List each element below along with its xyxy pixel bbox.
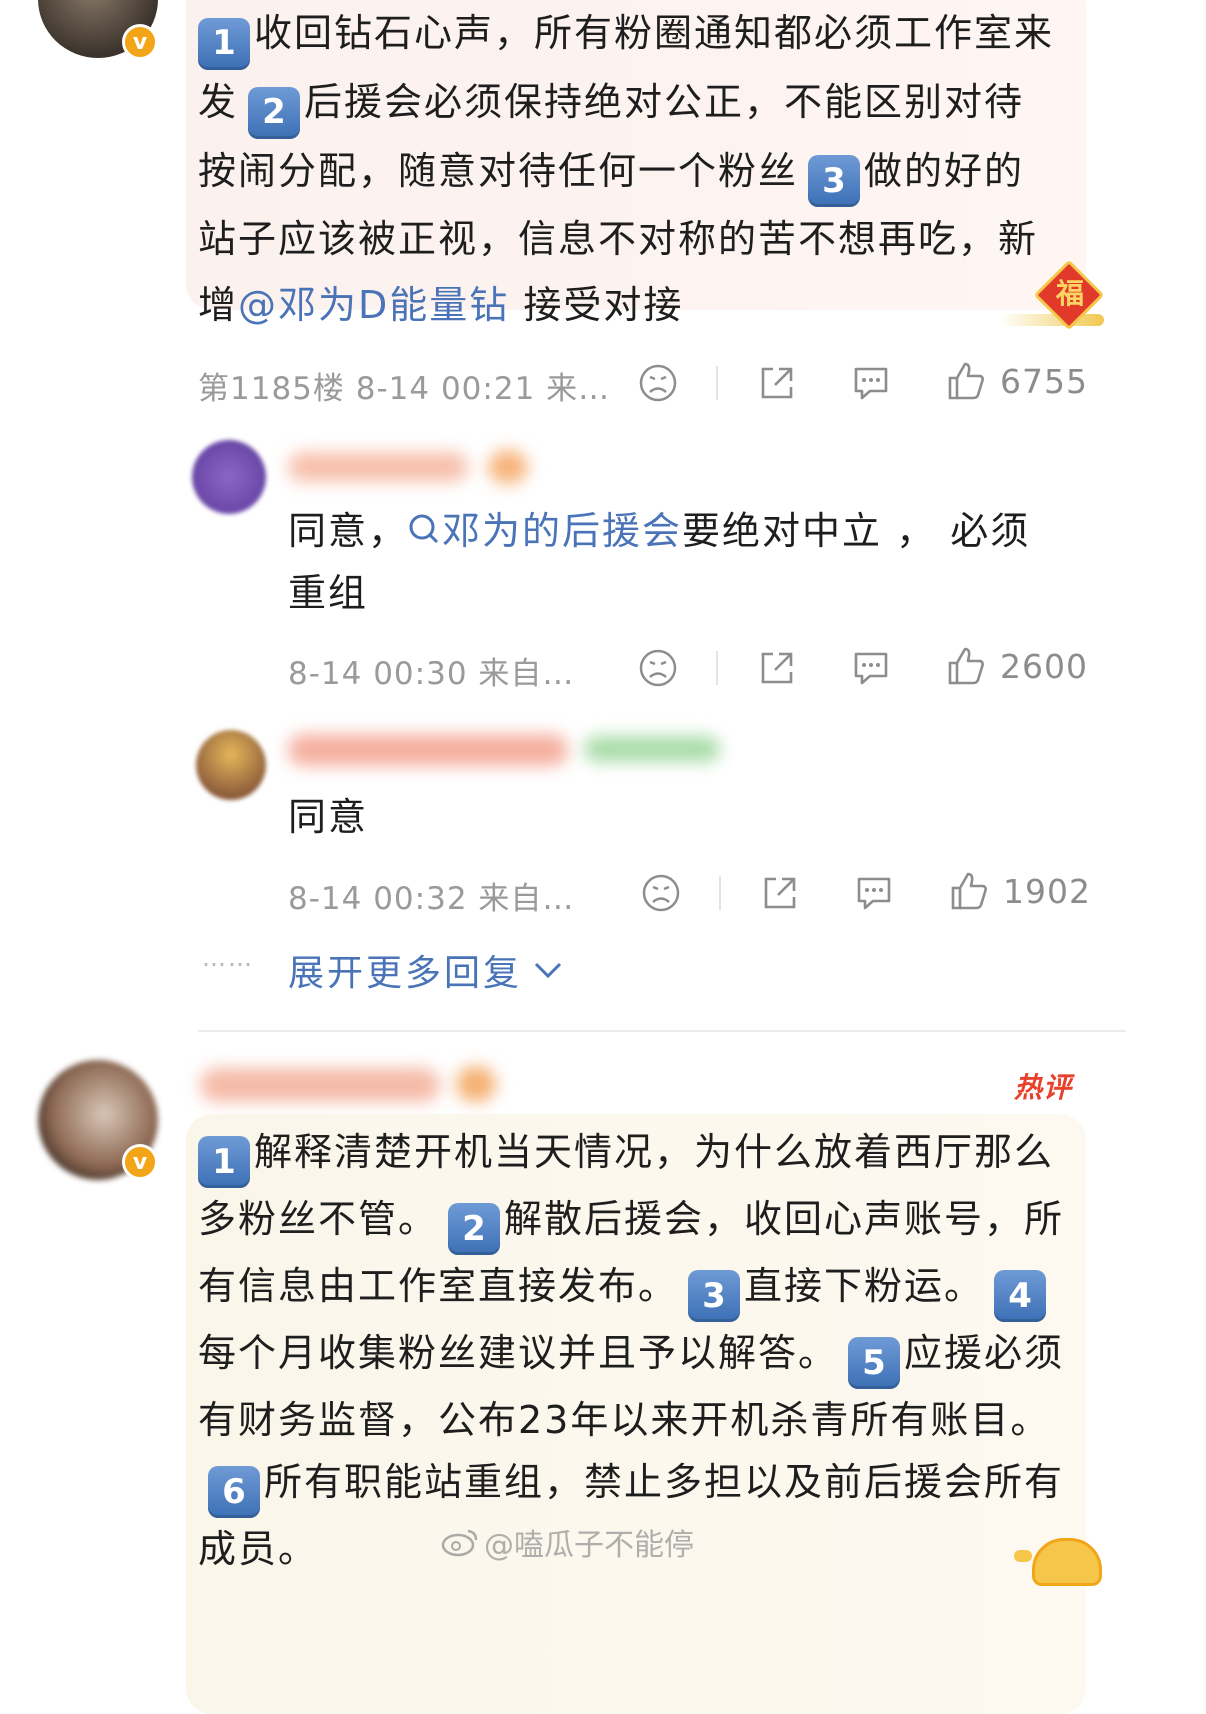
reply-username-blurred[interactable]	[288, 452, 468, 482]
like-button[interactable]: 1902	[949, 870, 1091, 912]
share-button[interactable]	[757, 648, 797, 688]
share-button[interactable]	[760, 873, 800, 913]
comment-1-meta: 第1185楼 8-14 00:21 来…	[198, 371, 611, 407]
like-button[interactable]: 2600	[946, 645, 1088, 687]
fu-sticker-icon: 福	[1000, 259, 1106, 334]
like-count: 6755	[1000, 361, 1088, 401]
reply-username-blurred[interactable]	[288, 734, 568, 766]
number-badge-1: 1	[198, 17, 250, 70]
comment-1-text: 1 收回钻石心声，所有粉圈通知都必须工作室来发 2 后援会必须保持绝对公正，不能区别对…	[198, 1, 1058, 338]
sad-face-icon	[639, 649, 677, 687]
reply-2-text: 同意	[288, 795, 369, 839]
comment-icon	[857, 877, 891, 910]
thumbs-up-icon	[948, 362, 984, 400]
comment-divider	[198, 1030, 1126, 1032]
more-replies-dots: ……	[202, 944, 254, 972]
number-badge-3: 3	[688, 1270, 741, 1322]
dislike-button[interactable]	[638, 363, 678, 403]
share-icon	[764, 877, 796, 909]
search-icon	[409, 514, 439, 544]
user-badge-blurred	[456, 1066, 496, 1102]
verified-badge-icon: v	[122, 24, 158, 60]
dislike-button[interactable]	[641, 873, 681, 913]
comment-icon	[854, 652, 888, 685]
reply-avatar[interactable]	[196, 730, 266, 800]
search-topic-link[interactable]: 邓为的后援会	[408, 509, 682, 553]
reply-2-meta: 8-14 00:32 来自…	[288, 881, 575, 917]
number-badge-6: 6	[208, 1466, 260, 1518]
number-badge-1: 1	[198, 1136, 250, 1188]
user-badge-blurred	[584, 736, 720, 762]
number-badge-5: 5	[848, 1337, 901, 1389]
cloud-sticker-icon	[1008, 1528, 1108, 1586]
number-badge-3: 3	[808, 155, 861, 208]
comment-1-paragraph: 1 收回钻石心声，所有粉圈通知都必须工作室来发 2 后援会必须保持绝对公正，不能区别对…	[198, 11, 1055, 327]
sad-face-icon	[639, 364, 677, 402]
like-count: 2600	[1000, 646, 1088, 686]
number-badge-4: 4	[994, 1270, 1047, 1322]
share-icon	[761, 652, 793, 684]
hot-comment-badge: 热评	[1014, 1071, 1073, 1104]
weibo-logo-icon	[441, 1529, 478, 1557]
separator	[716, 651, 718, 685]
thumbs-up-icon	[951, 872, 987, 910]
comment-2-paragraph: 1 解释清楚开机当天情况，为什么放着西厅那么多粉丝不管。 2 解散后援会，收回心声账号…	[198, 1130, 1065, 1571]
share-button[interactable]	[757, 363, 797, 403]
commenter-username-blurred[interactable]	[200, 1068, 440, 1102]
separator	[719, 876, 721, 910]
sad-face-icon	[642, 874, 680, 912]
verified-badge-icon: v	[122, 1144, 158, 1180]
reply-avatar[interactable]	[192, 440, 266, 514]
like-count: 1902	[1003, 871, 1091, 911]
comment-icon	[854, 367, 888, 400]
number-badge-2: 2	[248, 86, 301, 139]
reply-button[interactable]	[850, 363, 892, 403]
like-button[interactable]: 6755	[946, 360, 1088, 402]
comment-2-text: 1 解释清楚开机当天情况，为什么放着西厅那么多粉丝不管。 2 解散后援会，收回心声账号…	[198, 1121, 1068, 1580]
number-badge-2: 2	[448, 1203, 501, 1255]
mention-link[interactable]: @邓为D能量钻	[238, 283, 509, 327]
reply-button[interactable]	[850, 648, 892, 688]
share-icon	[761, 367, 793, 399]
reply-1-text: 同意， 邓为的后援会要绝对中立 ， 必须重组	[288, 509, 1031, 615]
dislike-button[interactable]	[638, 648, 678, 688]
weibo-watermark: @嗑瓜子不能停	[440, 1520, 694, 1564]
thumbs-up-icon	[948, 647, 984, 685]
reply-1-meta: 8-14 00:30 来自…	[288, 656, 575, 692]
expand-more-replies-button[interactable]: 展开更多回复	[288, 944, 564, 996]
chevron-down-icon	[534, 962, 562, 979]
reply-button[interactable]	[853, 873, 895, 913]
user-badge-blurred	[488, 450, 528, 484]
separator	[716, 366, 718, 400]
